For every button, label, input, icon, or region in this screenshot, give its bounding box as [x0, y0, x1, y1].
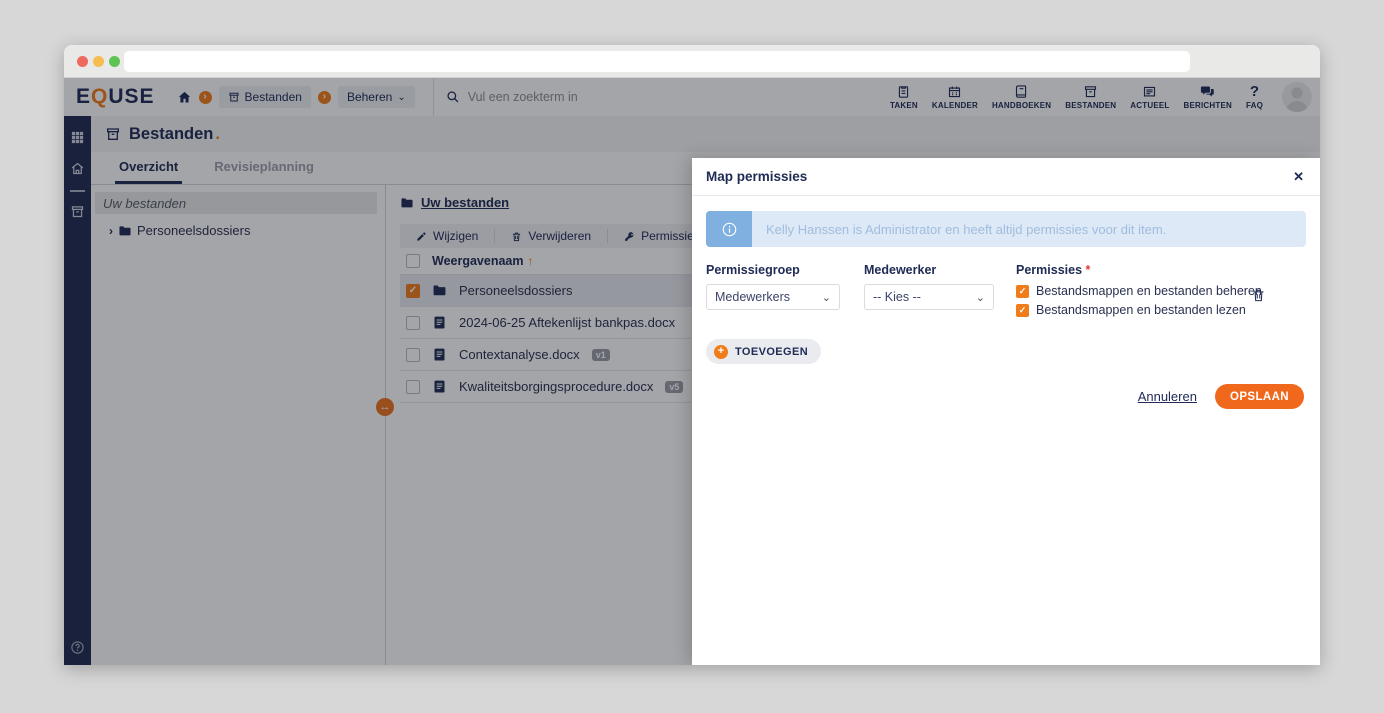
- address-bar[interactable]: [124, 51, 1190, 72]
- info-banner-text: Kelly Hanssen is Administrator en heeft …: [752, 211, 1306, 247]
- minimize-window-button[interactable]: [93, 56, 104, 67]
- required-mark: *: [1085, 263, 1091, 277]
- modal-header: Map permissies ✕: [692, 158, 1320, 196]
- browser-titlebar: [64, 45, 1320, 78]
- add-permission-button[interactable]: + TOEVOEGEN: [706, 339, 822, 364]
- close-icon[interactable]: ✕: [1293, 169, 1304, 185]
- remove-permission-row-trash-icon[interactable]: [1251, 287, 1266, 303]
- info-banner: Kelly Hanssen is Administrator en heeft …: [706, 211, 1306, 247]
- chevron-down-icon: ⌄: [975, 291, 985, 304]
- permission-group-field: Permissiegroep Medewerkers ⌄: [706, 263, 864, 322]
- plus-icon: +: [714, 344, 728, 359]
- modal-title: Map permissies: [706, 169, 808, 184]
- checkbox-beheren[interactable]: ✓: [1016, 284, 1029, 298]
- info-icon: [706, 211, 752, 247]
- close-window-button[interactable]: [77, 56, 88, 67]
- permissions-form: Permissiegroep Medewerkers ⌄ Medewerker …: [706, 263, 1306, 322]
- maximize-window-button[interactable]: [109, 56, 120, 67]
- employee-select[interactable]: -- Kies -- ⌄: [864, 284, 994, 310]
- checkbox-lezen[interactable]: ✓: [1016, 303, 1029, 317]
- permission-checkbox-row[interactable]: ✓ Bestandsmappen en bestanden lezen: [1016, 303, 1262, 317]
- save-button[interactable]: OPSLAAN: [1214, 384, 1304, 409]
- employee-field: Medewerker -- Kies -- ⌄: [864, 263, 1016, 322]
- browser-window: EQUSE › Bestanden › Beheren ⌄ TAKEN: [64, 45, 1320, 665]
- permission-group-select[interactable]: Medewerkers ⌄: [706, 284, 840, 310]
- permission-checkbox-row[interactable]: ✓ Bestandsmappen en bestanden beheren: [1016, 284, 1262, 298]
- chevron-down-icon: ⌄: [821, 291, 831, 304]
- modal-actions: Annuleren OPSLAAN: [692, 384, 1320, 409]
- cancel-link[interactable]: Annuleren: [1138, 389, 1197, 404]
- map-permissies-modal: Map permissies ✕ Kelly Hanssen is Admini…: [692, 158, 1320, 665]
- permissions-field: Permissies * ✓ Bestandsmappen en bestand…: [1016, 263, 1262, 317]
